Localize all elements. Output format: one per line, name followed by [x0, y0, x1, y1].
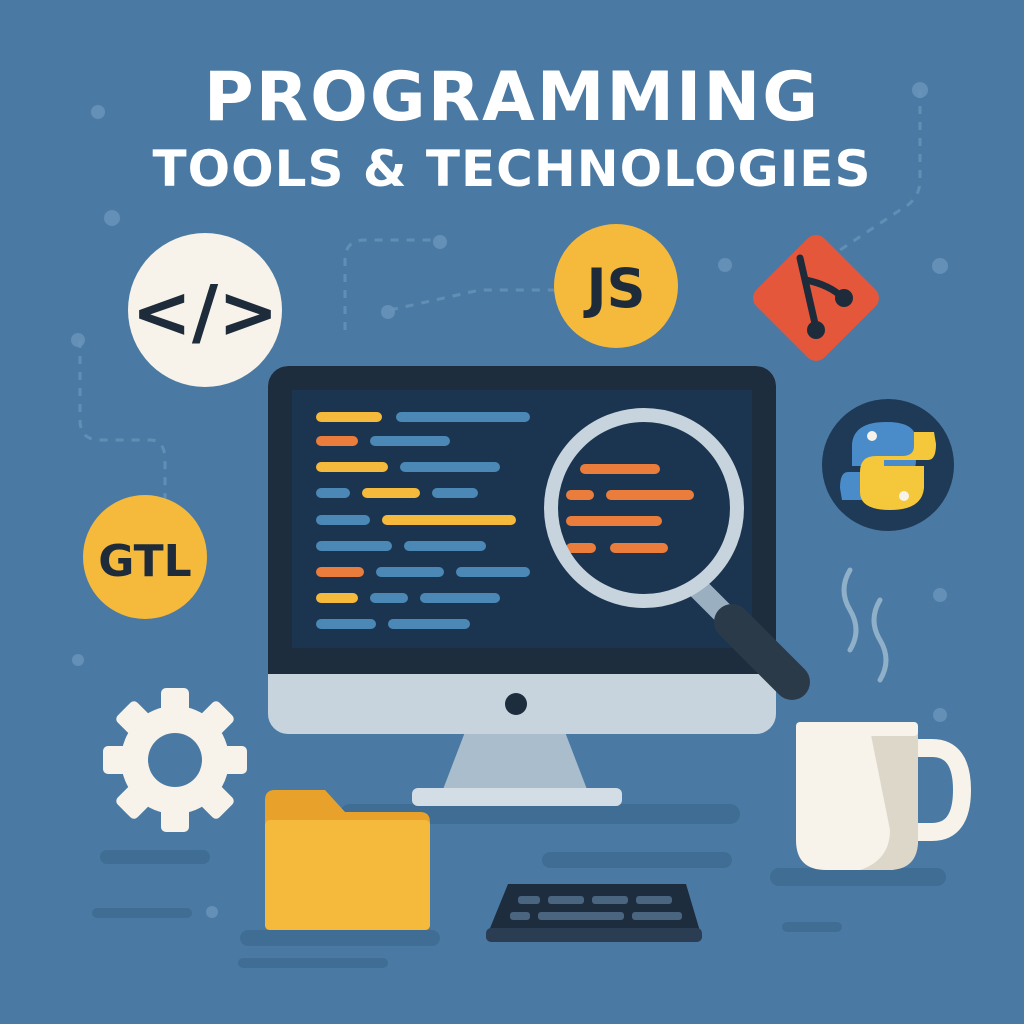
gtl-label: GTL [98, 536, 191, 587]
code-brackets-label: </> [132, 270, 279, 354]
javascript-label: JS [583, 257, 646, 320]
keyboard-icon [486, 884, 702, 942]
illustration-canvas: </> JS GTL [71, 82, 972, 968]
code-brackets-icon: </> [128, 233, 282, 387]
python-icon [822, 399, 954, 531]
git-icon [753, 235, 879, 361]
gtl-icon: GTL [83, 495, 207, 619]
gear-icon [103, 688, 247, 832]
steam-icon [841, 567, 889, 683]
illustration: PROGRAMMING TOOLS & TECHNOLOGIES </> JS … [0, 0, 1024, 1024]
javascript-icon: JS [554, 224, 678, 348]
